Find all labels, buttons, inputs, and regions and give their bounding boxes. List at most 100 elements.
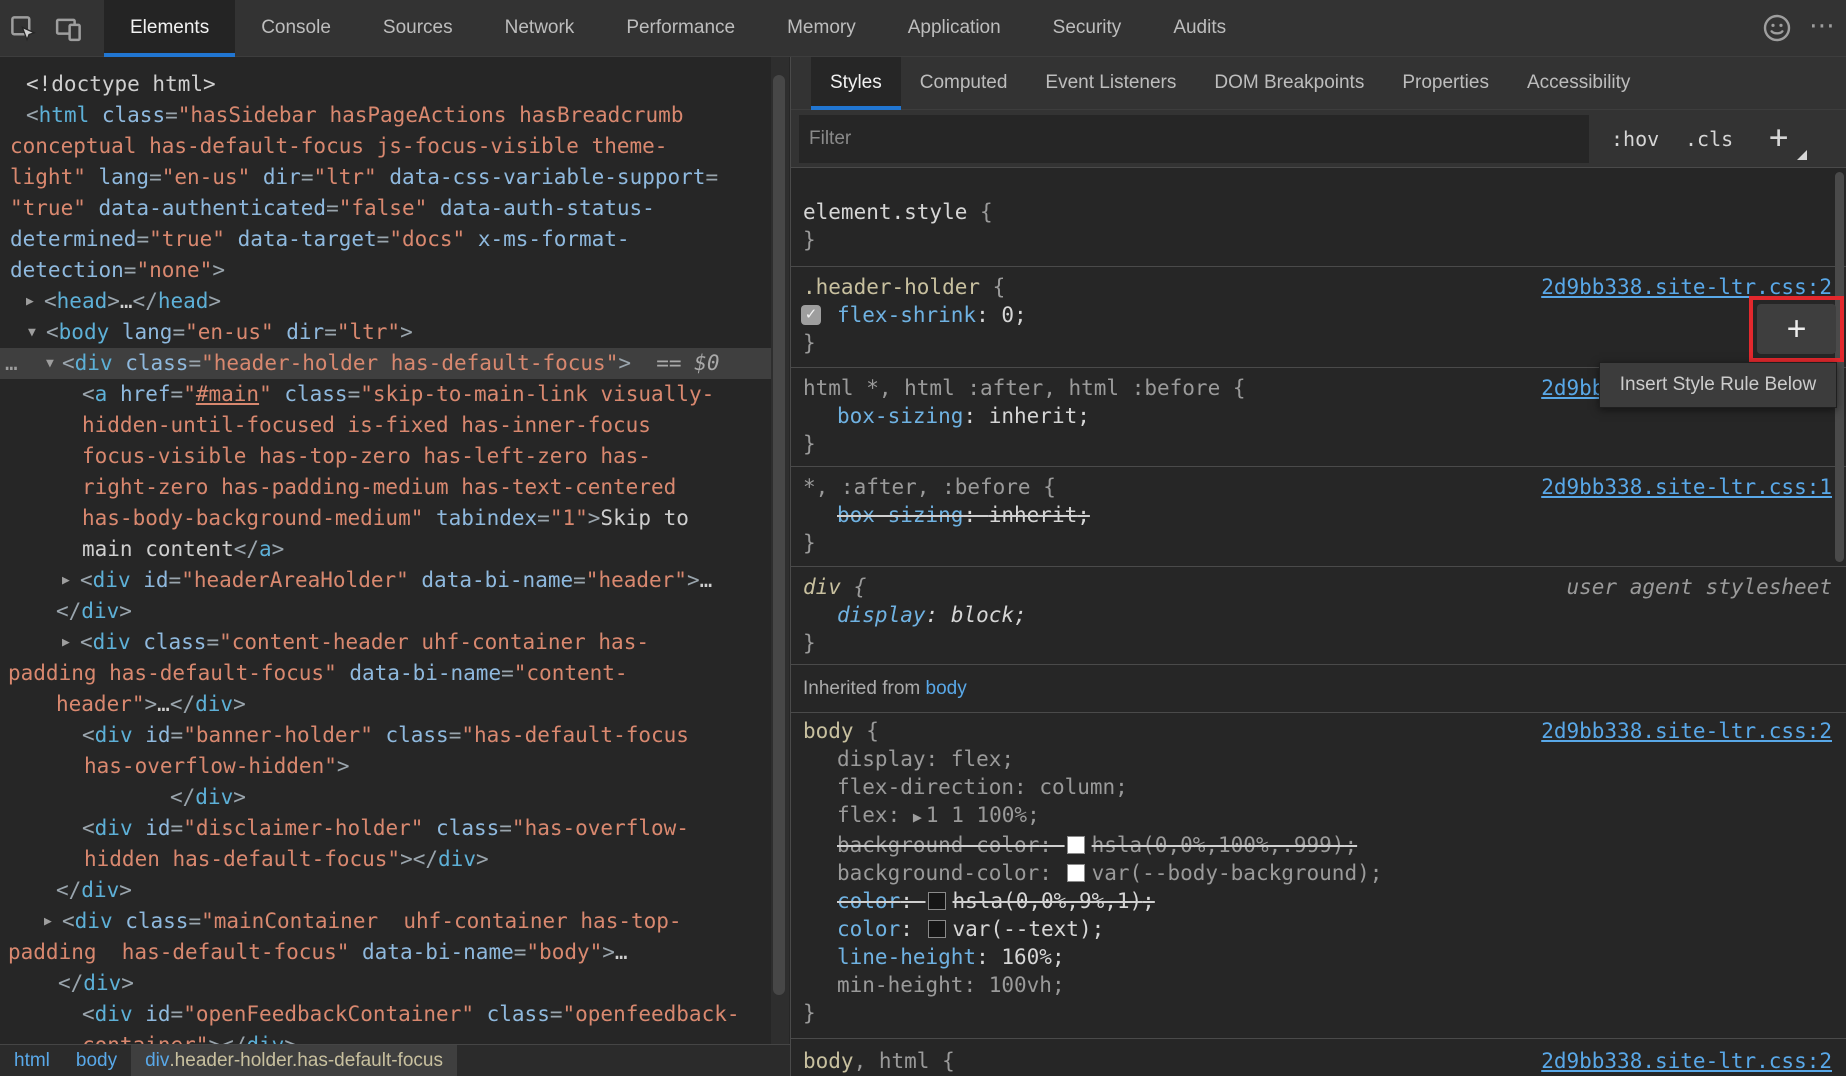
sidebar-tab-accessibility[interactable]: Accessibility [1508, 57, 1649, 109]
dom-line[interactable]: main content</a> [0, 534, 772, 565]
stylesheet-link[interactable]: 2d9bb338.site-ltr.css:2 [1541, 717, 1832, 745]
dom-more-actions-icon[interactable]: … [5, 348, 19, 379]
dom-line[interactable]: <!doctype html> [0, 69, 772, 100]
dom-line[interactable]: header">…</div> [0, 689, 772, 720]
dom-line[interactable]: conceptual has-default-focus js-focus-vi… [0, 131, 772, 162]
css-property[interactable]: box-sizing: inherit; [791, 501, 1846, 529]
dom-line[interactable]: ▶<head>…</head> [0, 286, 772, 317]
expand-closed-icon[interactable]: ▶ [62, 565, 70, 596]
sidebar-tab-computed[interactable]: Computed [901, 57, 1027, 109]
element-classes-button[interactable]: .cls [1685, 110, 1733, 168]
expand-closed-icon[interactable]: ▶ [62, 627, 70, 658]
css-property-value: block [951, 603, 1014, 627]
tab-sources[interactable]: Sources [357, 0, 479, 56]
code-token: head [57, 289, 108, 313]
css-property[interactable]: flex-direction: column; [791, 773, 1846, 801]
color-swatch[interactable] [1067, 836, 1085, 854]
tab-audits[interactable]: Audits [1147, 0, 1252, 56]
dom-line[interactable]: ▼<body lang="en-us" dir="ltr"> [0, 317, 772, 348]
dom-line[interactable]: container"></div> [0, 1030, 772, 1044]
dom-line[interactable]: has-body-background-medium" tabindex="1"… [0, 503, 772, 534]
css-selector[interactable]: element.style { [791, 198, 1846, 226]
shorthand-expand-icon[interactable]: ▶ [913, 808, 922, 826]
css-property[interactable]: ✓flex-shrink: 0; [791, 301, 1846, 329]
dom-line[interactable]: ▶<div class="content-header uhf-containe… [0, 627, 772, 658]
elements-scrollbar-thumb[interactable] [773, 75, 785, 995]
dom-line[interactable]: hidden has-default-focus"></div> [0, 844, 772, 875]
css-selector[interactable]: body, html {2d9bb338.site-ltr.css:2 [791, 1047, 1846, 1075]
dom-line[interactable]: <div id="banner-holder" class="has-defau… [0, 720, 772, 751]
css-property[interactable]: display: flex; [791, 745, 1846, 773]
dom-line[interactable]: determined="true" data-target="docs" x-m… [0, 224, 772, 255]
css-property[interactable]: background-color: hsla(0,0%,100%,.999); [791, 831, 1846, 859]
css-property-text: box-sizing: inherit; [837, 404, 1090, 428]
css-selector[interactable]: div {user agent stylesheet [791, 573, 1846, 601]
tab-application[interactable]: Application [882, 0, 1027, 56]
color-swatch[interactable] [928, 920, 946, 938]
sidebar-tab-properties[interactable]: Properties [1383, 57, 1508, 109]
dom-line[interactable]: <div id="disclaimer-holder" class="has-o… [0, 813, 772, 844]
dom-line-selected[interactable]: …▼<div class="header-holder has-default-… [0, 348, 772, 379]
dom-line[interactable]: <div id="openFeedbackContainer" class="o… [0, 999, 772, 1030]
property-enabled-checkbox[interactable]: ✓ [801, 305, 821, 325]
css-property[interactable]: color: hsla(0,0%,9%,1); [791, 887, 1846, 915]
expand-open-icon[interactable]: ▼ [28, 317, 36, 348]
toggle-element-state-button[interactable]: :hov [1611, 110, 1659, 168]
insert-style-rule-button[interactable]: + [1757, 304, 1836, 354]
inherited-from-node-link[interactable]: body [926, 678, 967, 699]
dom-line[interactable]: detection="none"> [0, 255, 772, 286]
more-options-icon[interactable]: ⋯ [1800, 0, 1846, 56]
dom-line[interactable]: right-zero has-padding-medium has-text-c… [0, 472, 772, 503]
expand-open-icon[interactable]: ▼ [46, 348, 54, 379]
dom-line[interactable]: <html class="hasSidebar hasPageActions h… [0, 100, 772, 131]
dom-line[interactable]: </div> [0, 875, 772, 906]
dom-line[interactable]: has-overflow-hidden"> [0, 751, 772, 782]
tab-network[interactable]: Network [479, 0, 601, 56]
dom-line[interactable]: ▶<div class="mainContainer uhf-container… [0, 906, 772, 937]
dom-line[interactable]: ▶<div id="headerAreaHolder" data-bi-name… [0, 565, 772, 596]
breadcrumb-item-selected[interactable]: div.header-holder.has-default-focus [131, 1045, 457, 1076]
device-toolbar-icon[interactable] [46, 0, 92, 56]
color-swatch[interactable] [928, 892, 946, 910]
dom-line[interactable]: hidden-until-focused is-fixed has-inner-… [0, 410, 772, 441]
tab-memory[interactable]: Memory [761, 0, 882, 56]
css-property[interactable]: line-height: 160%; [791, 943, 1846, 971]
elements-scrollbar-track[interactable] [771, 57, 789, 1044]
dom-line[interactable]: </div> [0, 596, 772, 627]
dom-line[interactable]: <a href="#main" class="skip-to-main-link… [0, 379, 772, 410]
dom-line[interactable]: "true" data-authenticated="false" data-a… [0, 193, 772, 224]
sidebar-tab-styles[interactable]: Styles [811, 57, 901, 109]
breadcrumb-item-html[interactable]: html [14, 1050, 50, 1072]
css-property[interactable]: color: var(--text); [791, 915, 1846, 943]
stylesheet-link[interactable]: 2d9bb338.site-ltr.css:1 [1541, 473, 1832, 501]
inspect-icon[interactable] [0, 0, 46, 56]
new-style-rule-button[interactable]: + [1769, 110, 1788, 168]
new-style-rule-menu-corner[interactable] [1797, 150, 1807, 160]
expand-closed-icon[interactable]: ▶ [26, 286, 34, 317]
dom-line[interactable]: light" lang="en-us" dir="ltr" data-css-v… [0, 162, 772, 193]
tab-performance[interactable]: Performance [600, 0, 761, 56]
css-property[interactable]: min-height: 100vh; [791, 971, 1846, 999]
style-filter-input[interactable] [799, 115, 1589, 163]
sidebar-tab-dom-breakpoints[interactable]: DOM Breakpoints [1195, 57, 1383, 109]
css-selector[interactable]: *, :after, :before {2d9bb338.site-ltr.cs… [791, 473, 1846, 501]
color-swatch[interactable] [1067, 864, 1085, 882]
css-selector[interactable]: .header-holder {2d9bb338.site-ltr.css:2 [791, 273, 1846, 301]
tab-console[interactable]: Console [235, 0, 357, 56]
css-property[interactable]: background-color: var(--body-background)… [791, 859, 1846, 887]
dom-line[interactable]: padding has-default-focus" data-bi-name=… [0, 937, 772, 968]
tab-security[interactable]: Security [1027, 0, 1148, 56]
feedback-smiley-icon[interactable] [1754, 0, 1800, 56]
css-selector[interactable]: body {2d9bb338.site-ltr.css:2 [791, 717, 1846, 745]
css-property[interactable]: flex: ▶1 1 100%; [791, 801, 1846, 831]
sidebar-tab-event-listeners[interactable]: Event Listeners [1026, 57, 1195, 109]
dom-line[interactable]: </div> [0, 782, 772, 813]
dom-line[interactable]: focus-visible has-top-zero has-left-zero… [0, 441, 772, 472]
breadcrumb-item-body[interactable]: body [76, 1050, 117, 1072]
tab-elements[interactable]: Elements [104, 0, 235, 56]
expand-closed-icon[interactable]: ▶ [44, 906, 52, 937]
dom-line[interactable]: </div> [0, 968, 772, 999]
css-property[interactable]: display: block; [791, 601, 1846, 629]
dom-line[interactable]: padding has-default-focus" data-bi-name=… [0, 658, 772, 689]
stylesheet-link[interactable]: 2d9bb338.site-ltr.css:2 [1541, 1047, 1832, 1075]
